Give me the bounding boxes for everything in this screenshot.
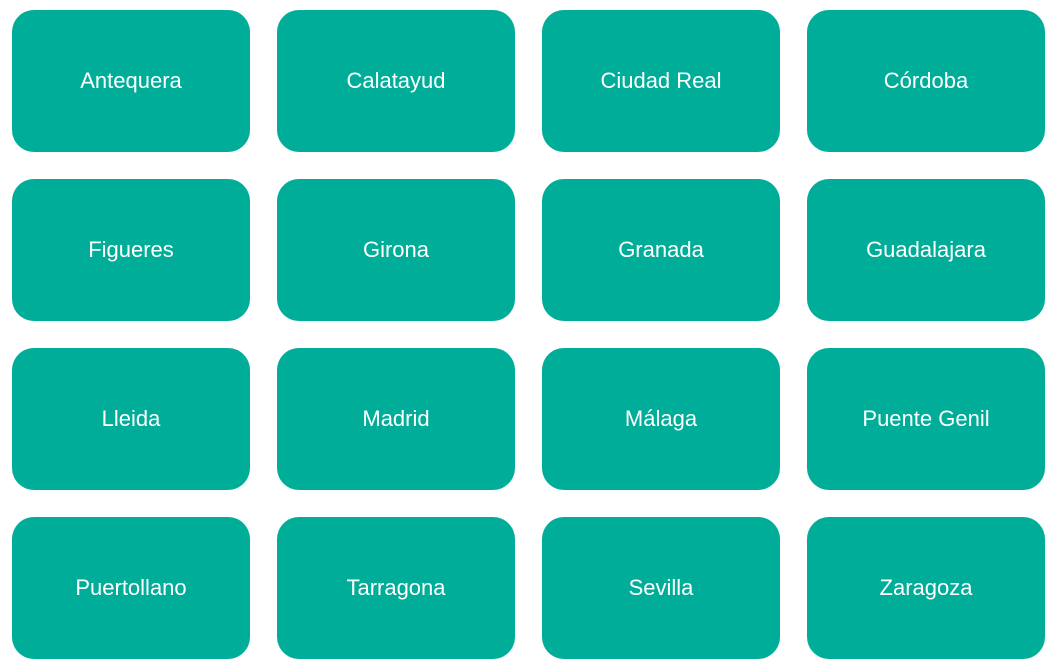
city-tile-zaragoza[interactable]: Zaragoza <box>807 517 1045 659</box>
city-tile-label: Puente Genil <box>862 406 990 431</box>
city-tile-label: Antequera <box>80 68 182 93</box>
city-tile-malaga[interactable]: Málaga <box>542 348 780 490</box>
city-tile-puente-genil[interactable]: Puente Genil <box>807 348 1045 490</box>
city-tile-girona[interactable]: Girona <box>277 179 515 321</box>
city-tile-figueres[interactable]: Figueres <box>12 179 250 321</box>
city-tile-label: Tarragona <box>346 575 446 600</box>
city-tile-antequera[interactable]: Antequera <box>12 10 250 152</box>
city-tile-label: Calatayud <box>346 68 446 93</box>
city-tile-label: Puertollano <box>75 575 187 600</box>
city-tile-label: Madrid <box>362 406 430 431</box>
city-tile-label: Guadalajara <box>866 237 986 262</box>
city-tile-tarragona[interactable]: Tarragona <box>277 517 515 659</box>
city-tile-madrid[interactable]: Madrid <box>277 348 515 490</box>
city-tile-label: Málaga <box>624 406 698 431</box>
city-tile-label: Córdoba <box>883 68 969 93</box>
city-tile-label: Sevilla <box>628 575 694 600</box>
city-tile-sevilla[interactable]: Sevilla <box>542 517 780 659</box>
city-tile-calatayud[interactable]: Calatayud <box>277 10 515 152</box>
city-tile-guadalajara[interactable]: Guadalajara <box>807 179 1045 321</box>
city-tile-label: Zaragoza <box>879 575 973 600</box>
city-tile-granada[interactable]: Granada <box>542 179 780 321</box>
city-tile-label: Lleida <box>101 406 161 431</box>
city-tile-grid: Antequera Calatayud Ciudad Real Córdoba … <box>12 10 1045 659</box>
city-tile-cordoba[interactable]: Córdoba <box>807 10 1045 152</box>
city-tile-lleida[interactable]: Lleida <box>12 348 250 490</box>
city-tile-label: Ciudad Real <box>600 68 722 93</box>
city-tile-ciudad-real[interactable]: Ciudad Real <box>542 10 780 152</box>
city-tile-label: Figueres <box>88 237 174 262</box>
city-tile-label: Granada <box>618 237 704 262</box>
city-tile-label: Girona <box>362 237 430 262</box>
city-tile-puertollano[interactable]: Puertollano <box>12 517 250 659</box>
